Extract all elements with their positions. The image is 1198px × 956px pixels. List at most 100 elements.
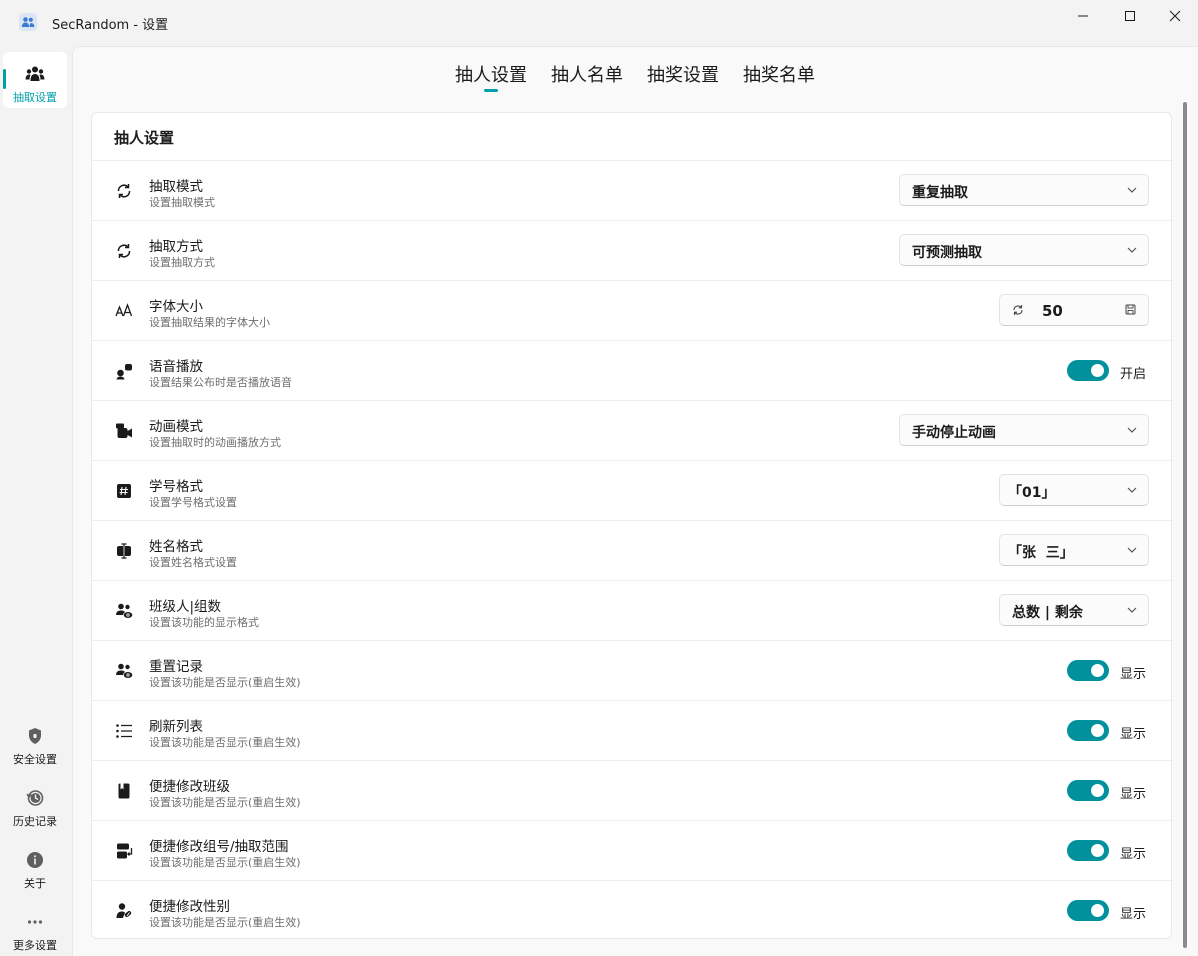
refresh-icon[interactable]	[1012, 304, 1024, 316]
maximize-button[interactable]	[1107, 0, 1153, 32]
setting-row-font-size: 字体大小 设置抽取结果的字体大小 50	[92, 280, 1171, 340]
close-button[interactable]	[1152, 0, 1198, 32]
close-icon	[1169, 10, 1181, 22]
setting-description: 设置抽取方式	[149, 256, 215, 269]
setting-title: 重置记录	[149, 659, 203, 675]
tab-active-indicator	[484, 89, 498, 92]
setting-row-quick-edit-group: 便捷修改组号/抽取范围 设置该功能是否显示(重启生效) 显示	[92, 820, 1171, 880]
tab-lottery-list[interactable]: 抽奖名单	[743, 61, 815, 87]
more-icon	[25, 912, 45, 932]
sidebar: 抽取设置 安全设置 历史记录 关于 更多设置	[0, 46, 72, 956]
chevron-down-icon	[1127, 187, 1137, 193]
title-bar: SecRandom - 设置	[0, 0, 1198, 46]
setting-title: 便捷修改班级	[149, 779, 230, 795]
toggle-knob	[1091, 904, 1104, 917]
setting-description: 设置该功能是否显示(重启生效)	[149, 856, 301, 869]
info-icon	[25, 850, 45, 870]
name-format-combobox[interactable]: 「张 三」	[999, 534, 1149, 566]
save-icon[interactable]	[1125, 304, 1136, 315]
animation-mode-combobox[interactable]: 手动停止动画	[899, 414, 1149, 446]
toggle-state-label: 显示	[1120, 727, 1147, 742]
tab-draw-person-list[interactable]: 抽人名单	[551, 61, 623, 87]
refresh-list-toggle[interactable]	[1067, 720, 1109, 741]
minimize-icon	[1078, 15, 1088, 17]
quick-edit-group-toggle[interactable]	[1067, 840, 1109, 861]
card-title: 抽人设置	[114, 129, 175, 147]
reset-record-toggle[interactable]	[1067, 660, 1109, 681]
setting-title: 动画模式	[149, 419, 203, 435]
sidebar-item-security[interactable]: 安全设置	[3, 714, 67, 770]
book-icon	[118, 783, 130, 799]
setting-title: 便捷修改组号/抽取范围	[149, 839, 289, 855]
combobox-value: 「张 三」	[1008, 545, 1074, 561]
sidebar-item-more-settings[interactable]: 更多设置	[3, 900, 67, 956]
quick-edit-class-toggle[interactable]	[1067, 780, 1109, 801]
quick-edit-gender-toggle[interactable]	[1067, 900, 1109, 921]
toggle-state-label: 显示	[1120, 787, 1147, 802]
setting-row-draw-mode: 抽取模式 设置抽取模式 重复抽取	[92, 160, 1171, 220]
tab-draw-person-settings[interactable]: 抽人设置	[455, 61, 527, 87]
minimize-button[interactable]	[1060, 0, 1106, 32]
setting-row-class-group-count: 班级人|组数 设置该功能的显示格式 总数 | 剩余	[92, 580, 1171, 640]
setting-description: 设置该功能是否显示(重启生效)	[149, 916, 301, 929]
sidebar-item-label: 抽取设置	[13, 91, 57, 104]
setting-title: 刷新列表	[149, 719, 203, 735]
setting-description: 设置抽取模式	[149, 196, 215, 209]
chevron-down-icon	[1127, 547, 1137, 553]
tab-lottery-settings[interactable]: 抽奖设置	[647, 61, 719, 87]
sidebar-item-label: 安全设置	[13, 753, 57, 766]
setting-title: 抽取模式	[149, 179, 203, 195]
sync-icon	[117, 184, 131, 198]
draw-method-combobox[interactable]: 可预测抽取	[899, 234, 1149, 266]
sidebar-item-label: 历史记录	[13, 815, 57, 828]
tab-bar: 抽人设置 抽人名单 抽奖设置 抽奖名单	[73, 47, 1198, 107]
voice-icon	[116, 364, 132, 380]
student-id-format-combobox[interactable]: 「01」	[999, 474, 1149, 506]
setting-description: 设置学号格式设置	[149, 496, 237, 509]
font-size-icon	[115, 303, 133, 317]
person-pill-icon	[116, 903, 132, 918]
chevron-down-icon	[1127, 607, 1137, 613]
setting-description: 设置该功能是否显示(重启生效)	[149, 796, 301, 809]
shield-icon	[25, 726, 45, 746]
setting-row-quick-edit-gender: 便捷修改性别 设置该功能是否显示(重启生效) 显示	[92, 880, 1171, 938]
setting-row-quick-edit-class: 便捷修改班级 设置该功能是否显示(重启生效) 显示	[92, 760, 1171, 820]
combobox-value: 总数 | 剩余	[1012, 605, 1083, 621]
sync-icon	[117, 244, 131, 258]
setting-description: 设置该功能是否显示(重启生效)	[149, 736, 301, 749]
setting-title: 学号格式	[149, 479, 203, 495]
group-swap-icon	[117, 843, 133, 859]
voice-playback-toggle[interactable]	[1067, 360, 1109, 381]
chevron-down-icon	[1127, 487, 1137, 493]
setting-row-animation-mode: 动画模式 设置抽取时的动画播放方式 手动停止动画	[92, 400, 1171, 460]
people-eye-icon	[116, 663, 133, 678]
combobox-value: 重复抽取	[912, 185, 968, 201]
video-icon	[116, 423, 132, 438]
sidebar-item-about[interactable]: 关于	[3, 838, 67, 894]
font-size-spinbox[interactable]: 50	[999, 294, 1149, 326]
toggle-knob	[1091, 784, 1104, 797]
toggle-knob	[1091, 844, 1104, 857]
sidebar-item-draw-settings[interactable]: 抽取设置	[3, 52, 67, 108]
setting-title: 班级人|组数	[149, 599, 222, 615]
setting-description: 设置抽取结果的字体大小	[149, 316, 270, 329]
setting-description: 设置结果公布时是否播放语音	[149, 376, 292, 389]
sidebar-item-label: 更多设置	[13, 939, 57, 952]
app-logo-icon	[19, 13, 37, 31]
text-cursor-icon	[117, 543, 131, 559]
toggle-knob	[1091, 664, 1104, 677]
setting-row-name-format: 姓名格式 设置姓名格式设置 「张 三」	[92, 520, 1171, 580]
sidebar-item-history[interactable]: 历史记录	[3, 776, 67, 832]
setting-title: 语音播放	[149, 359, 203, 375]
setting-description: 设置该功能的显示格式	[149, 616, 259, 629]
class-group-count-combobox[interactable]: 总数 | 剩余	[999, 594, 1149, 626]
toggle-knob	[1091, 724, 1104, 737]
vertical-scrollbar[interactable]	[1183, 102, 1187, 948]
maximize-icon	[1125, 11, 1135, 21]
window-title: SecRandom - 设置	[52, 18, 169, 33]
draw-mode-combobox[interactable]: 重复抽取	[899, 174, 1149, 206]
history-icon	[25, 788, 45, 808]
toggle-knob	[1091, 364, 1104, 377]
toggle-state-label: 显示	[1120, 667, 1147, 682]
people-eye-icon	[116, 603, 133, 618]
